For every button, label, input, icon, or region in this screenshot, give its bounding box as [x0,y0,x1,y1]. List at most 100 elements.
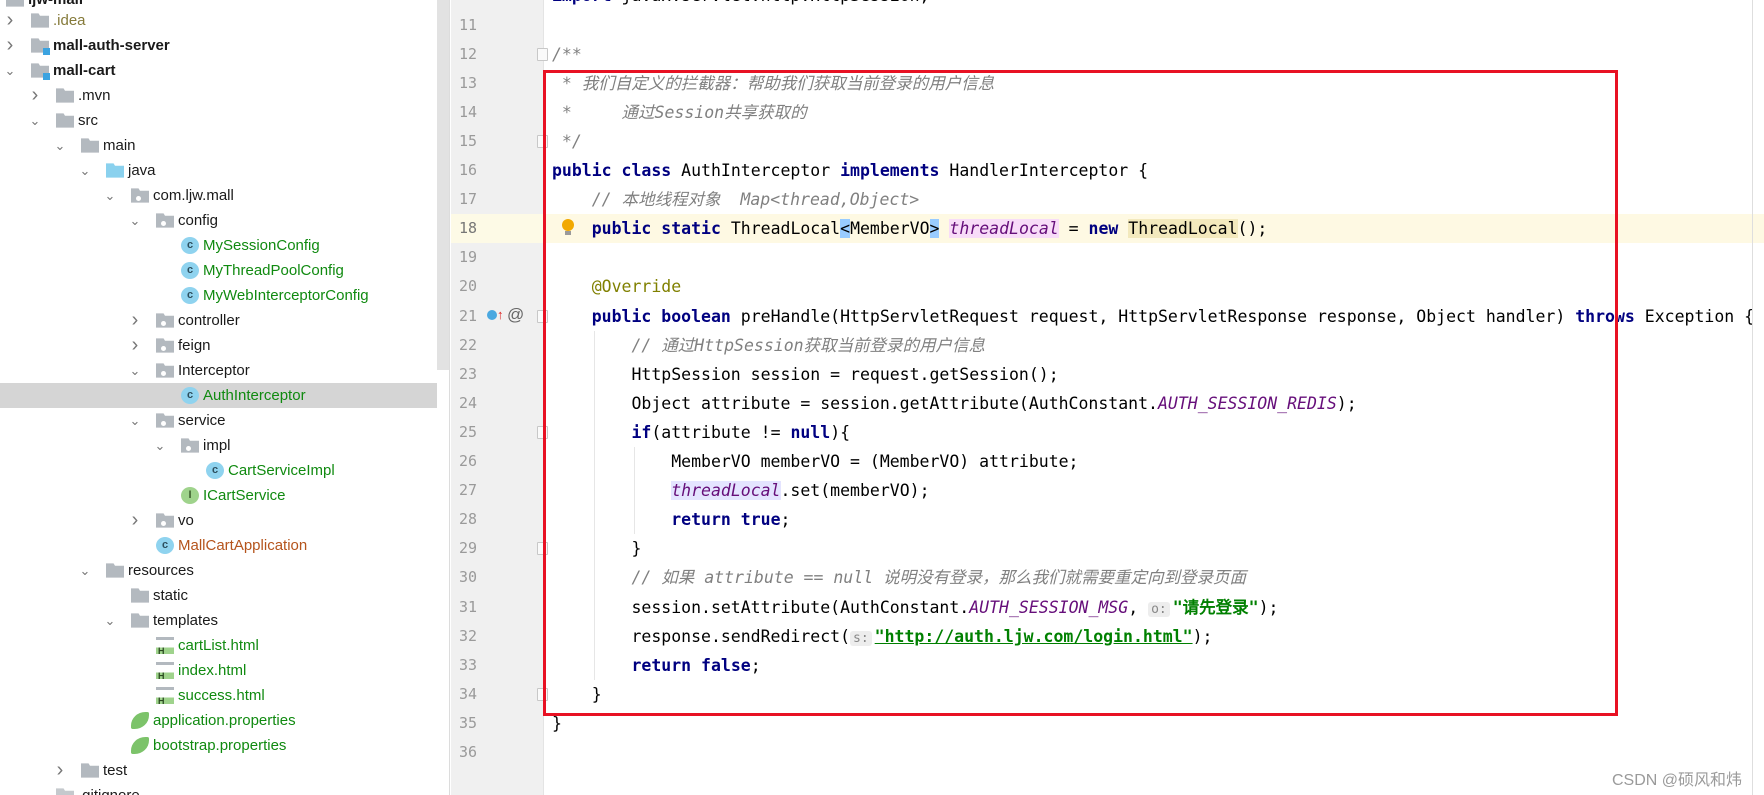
annotation-at-icon[interactable]: @ [507,305,524,325]
code-line[interactable]: if(attribute != null){ [552,418,850,447]
code-line[interactable]: // 通过HttpSession获取当前登录的用户信息 [552,331,985,360]
tree-item[interactable]: c AuthInterceptor [0,383,437,408]
tree-item-label: vo [178,512,194,529]
fold-marker-icon[interactable] [537,47,548,61]
code-line[interactable]: MemberVO memberVO = (MemberVO) attribute… [552,447,1079,476]
tree-item[interactable]: › feign [0,333,437,358]
chevron-down-icon[interactable]: ⌄ [103,183,117,208]
tree-item-label: application.properties [153,712,296,729]
tree-item[interactable]: static [0,583,437,608]
tree-item[interactable]: bootstrap.properties [0,733,437,758]
tree-item[interactable]: Hsuccess.html [0,683,437,708]
tree-scrollbar[interactable] [437,0,449,370]
code-line[interactable]: * 我们自定义的拦截器：帮助我们获取当前登录的用户信息 [552,69,994,98]
chevron-down-icon[interactable]: ⌄ [78,558,92,583]
code-line[interactable]: session.setAttribute(AuthConstant.AUTH_S… [552,593,1278,622]
tree-item[interactable]: c CartServiceImpl [0,458,437,483]
tree-item[interactable]: ⌄ config [0,208,437,233]
chevron-down-icon[interactable]: ⌄ [78,158,92,183]
code-line[interactable]: } [552,534,641,563]
tree-item[interactable]: ⌄ templates [0,608,437,633]
tree-item[interactable]: HcartList.html [0,633,437,658]
tree-item[interactable]: I ICartService [0,483,437,508]
chevron-right-icon[interactable]: › [3,8,17,33]
tree-item[interactable]: c MyWebInterceptorConfig [0,283,437,308]
chevron-down-icon[interactable]: ⌄ [3,58,17,83]
code-line[interactable]: return false; [552,651,760,680]
fold-marker-icon[interactable] [537,425,548,439]
code-token: } [552,539,642,559]
tree-item[interactable]: c MallCartApplication [0,533,437,558]
code-line[interactable]: threadLocal.set(memberVO); [552,476,930,505]
code-line[interactable]: // 如果 attribute == null 说明没有登录，那么我们就需要重定… [552,563,1246,592]
code-line[interactable]: public static ThreadLocal<MemberVO> thre… [552,214,1267,243]
code-line[interactable]: public boolean preHandle(HttpServletRequ… [552,302,1754,331]
code-token: MemberVO memberVO = (MemberVO) attribute… [552,452,1079,471]
fold-marker-icon[interactable] [537,309,548,323]
tree-item[interactable]: c MySessionConfig [0,233,437,258]
lightbulb-icon[interactable] [561,219,575,237]
chevron-right-icon[interactable]: › [128,333,142,358]
code-line[interactable]: Object attribute = session.getAttribute(… [552,389,1356,418]
chevron-down-icon[interactable]: ⌄ [128,358,142,383]
html-file-icon: H [156,637,174,656]
code-line[interactable]: response.sendRedirect(s: "http://auth.ljw… [552,622,1212,651]
folder-icon [131,588,149,603]
tree-item[interactable]: ⌄ com.ljw.mall [0,183,437,208]
tree-item[interactable]: application.properties [0,708,437,733]
fold-marker-icon[interactable] [537,687,548,701]
tree-item[interactable]: ⌄ java [0,158,437,183]
chevron-down-icon[interactable]: ⌄ [128,208,142,233]
tree-item[interactable]: › test [0,758,437,783]
tree-item[interactable]: ⌄ main [0,133,437,158]
tree-item[interactable]: ⌄ mall-cart [0,58,437,83]
tree-item[interactable]: › mall-auth-server [0,33,437,58]
parameter-hint: o: [1148,601,1170,617]
fold-marker-icon[interactable] [537,542,548,556]
code-token: Object attribute = session.getAttribute(… [552,393,1158,413]
source-folder-icon [106,163,124,178]
code-line[interactable]: HttpSession session = request.getSession… [552,360,1058,389]
tree-item[interactable]: › .mvn [0,83,437,108]
code-line[interactable]: * 通过Session共享获取的 [552,98,807,127]
chevron-down-icon[interactable]: ⌄ [103,608,117,633]
chevron-right-icon[interactable]: › [128,308,142,333]
fold-marker-icon[interactable] [537,134,548,148]
chevron-right-icon[interactable]: › [28,83,42,108]
code-token: // 如果 attribute == null 说明没有登录，那么我们就需要重定… [631,568,1247,588]
line-number: 23 [459,364,478,383]
chevron-down-icon[interactable]: ⌄ [128,408,142,433]
code-line[interactable]: /** [552,40,582,69]
tree-item-label: com.ljw.mall [153,187,234,204]
code-line[interactable]: } [552,709,562,738]
tree-item[interactable]: ⌄ resources [0,558,437,583]
code-line[interactable]: return true; [552,505,790,534]
code-line[interactable]: */ [552,127,582,156]
tree-item[interactable]: ⌄ src [0,108,437,133]
tree-item[interactable]: .gitignore [0,783,437,795]
chevron-right-icon[interactable]: › [3,33,17,58]
folder-icon [131,613,149,628]
code-line[interactable]: // 本地线程对象 Map<thread,Object> [552,185,919,214]
tree-item[interactable]: Hindex.html [0,658,437,683]
tree-item[interactable]: › .idea [0,8,437,33]
code-line[interactable]: @Override [552,272,681,301]
code-line[interactable]: import javax.servlet.http.HttpSession; [552,0,930,10]
chevron-right-icon[interactable]: › [53,758,67,783]
chevron-down-icon[interactable]: ⌄ [53,133,67,158]
chevron-down-icon[interactable]: ⌄ [153,433,167,458]
code-line[interactable]: public class AuthInterceptor implements … [552,156,1148,185]
tree-item[interactable]: › controller [0,308,437,333]
code-line[interactable]: } [552,680,602,709]
tree-item[interactable]: c MyThreadPoolConfig [0,258,437,283]
chevron-right-icon[interactable]: › [128,508,142,533]
tree-item[interactable]: › vo [0,508,437,533]
tree-item[interactable]: ⌄ impl [0,433,437,458]
tree-item[interactable]: ⌄ Interceptor [0,358,437,383]
chevron-down-icon[interactable]: ⌄ [28,108,42,133]
tree-item[interactable]: ⌄ service [0,408,437,433]
override-method-icon[interactable]: ↑ [487,307,504,322]
